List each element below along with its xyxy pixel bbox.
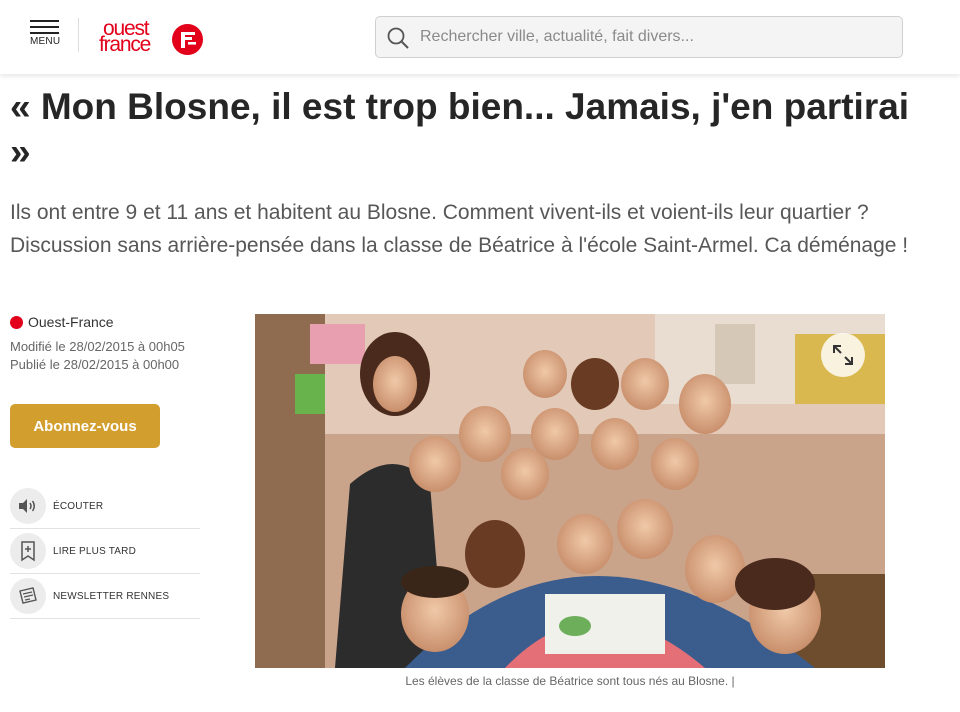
newsletter-label: NEWSLETTER RENNES xyxy=(53,591,170,602)
read-later-label: LIRE PLUS TARD xyxy=(53,546,137,557)
expand-photo-button[interactable] xyxy=(821,333,865,377)
subscribe-button[interactable]: Abonnez-vous xyxy=(10,404,160,448)
newsletter-icon xyxy=(10,578,46,614)
listen-action[interactable]: ÉCOUTER xyxy=(10,486,200,529)
ouest-france-logo[interactable]: ouest france xyxy=(97,18,207,58)
article-photo[interactable] xyxy=(255,314,885,668)
article-title: « Mon Blosne, il est trop bien... Jamais… xyxy=(10,86,910,172)
article-dates: Modifié le 28/02/2015 à 00h05 Publié le … xyxy=(10,338,185,374)
bookmark-add-icon xyxy=(10,533,46,569)
search-input[interactable] xyxy=(420,17,890,57)
search-icon xyxy=(387,27,409,54)
hamburger-icon xyxy=(30,20,60,34)
site-header: MENU ouest france xyxy=(0,0,960,74)
header-divider xyxy=(78,18,79,52)
photo-caption: Les élèves de la classe de Béatrice sont… xyxy=(405,674,735,688)
modified-date: Modifié le 28/02/2015 à 00h05 xyxy=(10,339,185,354)
menu-label: MENU xyxy=(30,36,61,47)
ouest-france-small-logo-icon xyxy=(10,316,23,329)
article-source[interactable]: Ouest-France xyxy=(10,314,114,330)
logo-word-france: france xyxy=(99,33,151,56)
speaker-icon xyxy=(10,488,46,524)
article-actions: ÉCOUTER LIRE PLUS TARD NEWSLETTER RENNES xyxy=(10,486,200,621)
newsletter-action[interactable]: NEWSLETTER RENNES xyxy=(10,576,200,619)
search-bar[interactable] xyxy=(375,16,903,58)
published-date: Publié le 28/02/2015 à 00h00 xyxy=(10,357,180,372)
logo-disc-icon xyxy=(172,24,203,55)
menu-button[interactable]: MENU xyxy=(30,20,60,50)
read-later-action[interactable]: LIRE PLUS TARD xyxy=(10,531,200,574)
source-name: Ouest-France xyxy=(28,314,114,330)
article-standfirst: Ils ont entre 9 et 11 ans et habitent au… xyxy=(10,201,909,257)
listen-label: ÉCOUTER xyxy=(53,501,104,512)
expand-icon xyxy=(833,345,853,365)
